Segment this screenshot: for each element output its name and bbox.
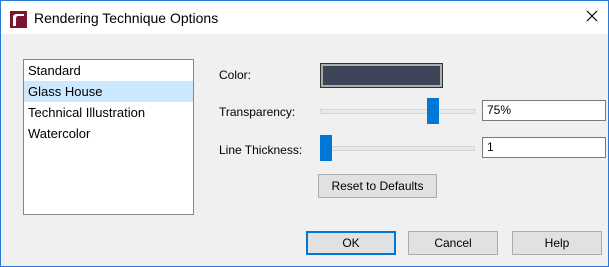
reset-to-defaults-button[interactable]: Reset to Defaults — [318, 174, 437, 198]
help-button[interactable]: Help — [512, 231, 602, 255]
list-item-watercolor[interactable]: Watercolor — [24, 123, 193, 144]
app-logo-icon — [10, 11, 27, 28]
line-thickness-input[interactable]: 1 — [482, 137, 606, 158]
color-label: Color: — [219, 68, 252, 82]
transparency-slider[interactable] — [320, 96, 475, 126]
color-swatch-button[interactable] — [320, 63, 443, 88]
transparency-slider-thumb[interactable] — [427, 98, 439, 124]
window-title: Rendering Technique Options — [34, 10, 219, 26]
technique-list[interactable]: Standard Glass House Technical Illustrat… — [23, 59, 194, 215]
transparency-label: Transparency: — [219, 105, 296, 119]
transparency-slider-track — [320, 109, 475, 114]
list-item-glass-house[interactable]: Glass House — [24, 81, 193, 102]
rendering-technique-dialog: Rendering Technique Options Standard Gla… — [0, 0, 609, 267]
list-item-technical-illustration[interactable]: Technical Illustration — [24, 102, 193, 123]
line-thickness-slider[interactable] — [320, 133, 475, 163]
ok-button[interactable]: OK — [306, 231, 396, 255]
line-thickness-slider-track — [320, 146, 475, 151]
cancel-button[interactable]: Cancel — [408, 231, 498, 255]
line-thickness-slider-thumb[interactable] — [320, 135, 332, 161]
transparency-input[interactable]: 75% — [482, 100, 606, 121]
close-icon[interactable] — [582, 6, 602, 26]
line-thickness-label: Line Thickness: — [219, 143, 303, 157]
dialog-body: Standard Glass House Technical Illustrat… — [1, 35, 608, 266]
title-bar[interactable]: Rendering Technique Options — [1, 1, 608, 34]
color-swatch-fill — [323, 66, 440, 85]
list-item-standard[interactable]: Standard — [24, 60, 193, 81]
